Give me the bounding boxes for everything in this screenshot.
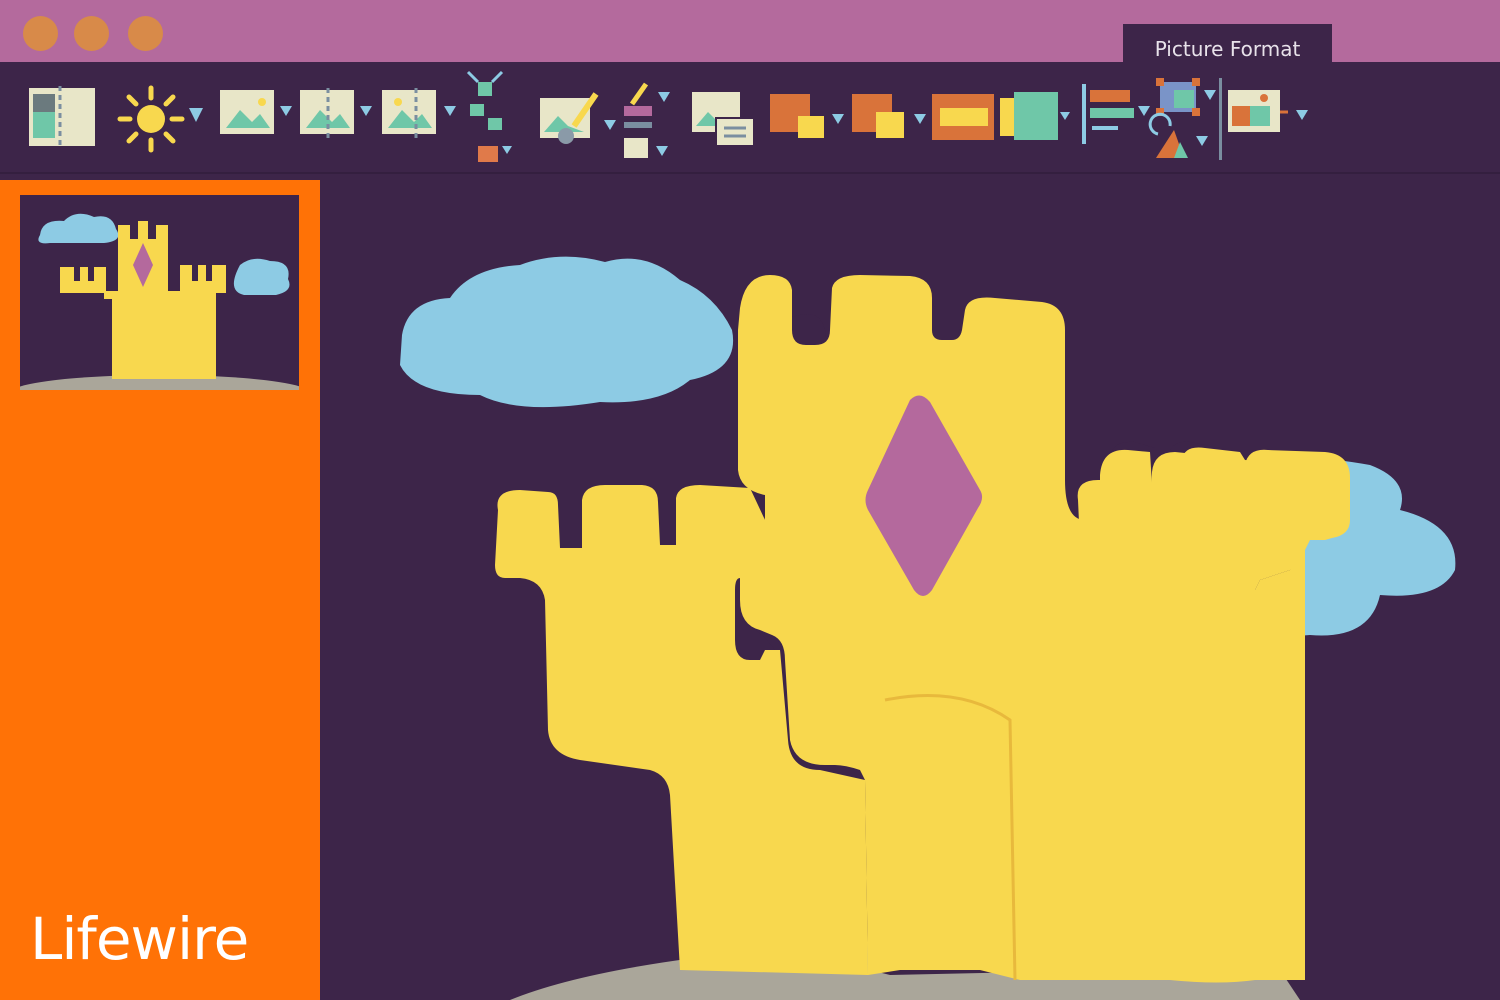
crop-button[interactable] xyxy=(1226,88,1312,146)
remove-background-button[interactable] xyxy=(27,86,97,148)
rotate-button[interactable] xyxy=(1148,112,1216,160)
minimize-window-button[interactable] xyxy=(74,16,109,51)
ribbon-separator xyxy=(1219,78,1222,160)
color-icon xyxy=(220,90,292,134)
selection-pane-icon xyxy=(932,92,1070,140)
crop-icon xyxy=(1228,90,1308,132)
picture-styles-icon xyxy=(540,92,616,144)
artistic-effects-button[interactable] xyxy=(298,88,376,138)
send-backward-icon xyxy=(852,94,926,138)
group-icon xyxy=(1156,78,1216,116)
group-button[interactable] xyxy=(1154,76,1218,118)
maximize-window-button[interactable] xyxy=(128,16,163,51)
ribbon-divider xyxy=(0,172,1500,174)
left-cloud xyxy=(400,256,734,408)
rotate-icon xyxy=(1148,112,1208,158)
remove-background-icon xyxy=(29,86,95,148)
picture-effects-button[interactable] xyxy=(622,82,674,166)
selection-pane-button[interactable] xyxy=(930,90,1070,146)
compress-pictures-button[interactable] xyxy=(466,70,516,166)
compress-pictures-icon xyxy=(466,70,512,162)
transparency-icon xyxy=(382,88,456,138)
castle-illustration xyxy=(400,256,1456,1000)
send-backward-button[interactable] xyxy=(850,92,930,144)
slide-thumbnail[interactable] xyxy=(20,195,299,390)
alt-text-icon xyxy=(692,92,755,147)
alt-text-button[interactable] xyxy=(690,90,756,148)
lifewire-logo: Lifewire xyxy=(30,905,249,973)
color-button[interactable] xyxy=(218,88,294,138)
picture-styles-button[interactable] xyxy=(538,84,620,152)
close-window-button[interactable] xyxy=(23,16,58,51)
transparency-button[interactable] xyxy=(380,88,460,138)
bring-forward-icon xyxy=(770,94,844,138)
slide-canvas[interactable] xyxy=(320,180,1500,1000)
picture-effects-icon xyxy=(624,82,670,158)
bring-forward-button[interactable] xyxy=(768,92,848,144)
corrections-button[interactable] xyxy=(115,85,207,153)
artistic-effects-icon xyxy=(300,88,372,138)
corrections-icon xyxy=(117,85,203,153)
align-icon xyxy=(1082,84,1150,144)
slide-thumbnail-image xyxy=(20,213,299,390)
align-button[interactable] xyxy=(1078,84,1152,148)
